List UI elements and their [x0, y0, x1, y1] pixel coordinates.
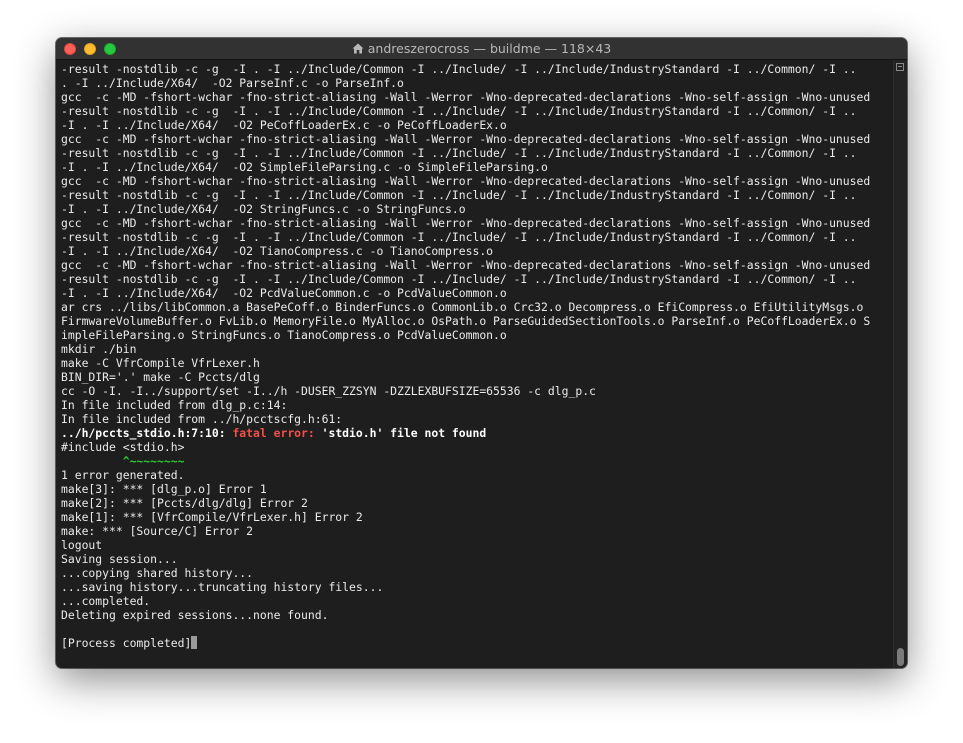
- close-button[interactable]: [64, 43, 76, 55]
- terminal-line: impleFileParsing.o StringFuncs.o TianoCo…: [61, 328, 507, 342]
- terminal-line: make[3]: *** [dlg_p.o] Error 1: [61, 482, 267, 496]
- terminal-line: logout: [61, 538, 103, 552]
- caret-line: ^~~~~~~~~: [61, 454, 185, 468]
- terminal-line: -result -nostdlib -c -g -I . -I ../Inclu…: [61, 230, 857, 244]
- terminal-line: -I . -I ../Include/X64/ -O2 TianoCompres…: [61, 244, 494, 258]
- terminal-line: -result -nostdlib -c -g -I . -I ../Inclu…: [61, 104, 857, 118]
- title-bar[interactable]: andreszerocross — buildme — 118×43: [56, 38, 907, 60]
- terminal-line: ...completed.: [61, 594, 151, 608]
- terminal-line: -I . -I ../Include/X64/ -O2 PeCoffLoader…: [61, 118, 507, 132]
- terminal-line: make: *** [Source/C] Error 2: [61, 524, 254, 538]
- terminal-window: andreszerocross — buildme — 118×43 -resu…: [56, 38, 907, 668]
- error-label: fatal error:: [232, 426, 322, 440]
- error-line: ../h/pccts_stdio.h:7:10: fatal error: 's…: [61, 426, 893, 440]
- terminal-line: -I . -I ../Include/X64/ -O2 SimpleFilePa…: [61, 160, 548, 174]
- terminal-line: ...saving history...truncating history f…: [61, 580, 384, 594]
- text-cursor: [191, 636, 198, 649]
- process-completed-line: [Process completed]: [61, 636, 893, 650]
- split-pane-icon[interactable]: [896, 63, 904, 71]
- vertical-scrollbar[interactable]: [893, 60, 907, 668]
- error-message: 'stdio.h' file not found: [321, 426, 487, 440]
- terminal-line: gcc -c -MD -fshort-wchar -fno-strict-ali…: [61, 216, 871, 230]
- terminal-line: Deleting expired sessions...none found.: [61, 608, 329, 622]
- terminal-line: FirmwareVolumeBuffer.o FvLib.o MemoryFil…: [61, 314, 871, 328]
- minimize-button[interactable]: [84, 43, 96, 55]
- terminal-line: Saving session...: [61, 552, 178, 566]
- window-title-container: andreszerocross — buildme — 118×43: [56, 38, 907, 60]
- include-line: #include <stdio.h>: [61, 440, 185, 454]
- terminal-line: gcc -c -MD -fshort-wchar -fno-strict-ali…: [61, 258, 871, 272]
- terminal-line: In file included from ../h/pcctscfg.h:61…: [61, 412, 343, 426]
- error-location: ../h/pccts_stdio.h:7:10:: [61, 426, 233, 440]
- terminal-line: make[2]: *** [Pccts/dlg/dlg] Error 2: [61, 496, 308, 510]
- terminal-line: make[1]: *** [VfrCompile/VfrLexer.h] Err…: [61, 510, 363, 524]
- home-icon: [352, 43, 364, 54]
- terminal-lines: -result -nostdlib -c -g -I . -I ../Inclu…: [61, 62, 893, 426]
- terminal-line: ar crs ../libs/libCommon.a BasePeCoff.o …: [61, 300, 864, 314]
- process-completed-text: [Process completed]: [61, 636, 192, 650]
- terminal-line: -result -nostdlib -c -g -I . -I ../Inclu…: [61, 146, 857, 160]
- terminal-line: make -C VfrCompile VfrLexer.h: [61, 356, 260, 370]
- terminal-line: BIN_DIR='.' make -C Pccts/dlg: [61, 370, 260, 384]
- terminal-line: mkdir ./bin: [61, 342, 137, 356]
- terminal-tail-lines: 1 error generated. make[3]: *** [dlg_p.o]…: [61, 468, 893, 636]
- zoom-button[interactable]: [104, 43, 116, 55]
- terminal-line: ...copying shared history...: [61, 566, 254, 580]
- terminal-output[interactable]: -result -nostdlib -c -g -I . -I ../Inclu…: [56, 60, 893, 668]
- terminal-line: gcc -c -MD -fshort-wchar -fno-strict-ali…: [61, 90, 871, 104]
- terminal-line: In file included from dlg_p.c:14:: [61, 398, 288, 412]
- terminal-line: gcc -c -MD -fshort-wchar -fno-strict-ali…: [61, 174, 871, 188]
- terminal-line: . -I ../Include/X64/ -O2 ParseInf.c -o P…: [61, 76, 404, 90]
- terminal-line: -I . -I ../Include/X64/ -O2 PcdValueComm…: [61, 286, 507, 300]
- terminal-line: -I . -I ../Include/X64/ -O2 StringFuncs.…: [61, 202, 466, 216]
- terminal-line: cc -O -I. -I../support/set -I../h -DUSER…: [61, 384, 596, 398]
- window-title: andreszerocross — buildme — 118×43: [367, 41, 612, 56]
- terminal-line: -result -nostdlib -c -g -I . -I ../Inclu…: [61, 62, 857, 76]
- terminal-line: 1 error generated.: [61, 468, 185, 482]
- terminal-line: gcc -c -MD -fshort-wchar -fno-strict-ali…: [61, 132, 871, 146]
- terminal-line: -result -nostdlib -c -g -I . -I ../Inclu…: [61, 188, 857, 202]
- scrollbar-thumb[interactable]: [897, 648, 904, 666]
- terminal-line: -result -nostdlib -c -g -I . -I ../Inclu…: [61, 272, 857, 286]
